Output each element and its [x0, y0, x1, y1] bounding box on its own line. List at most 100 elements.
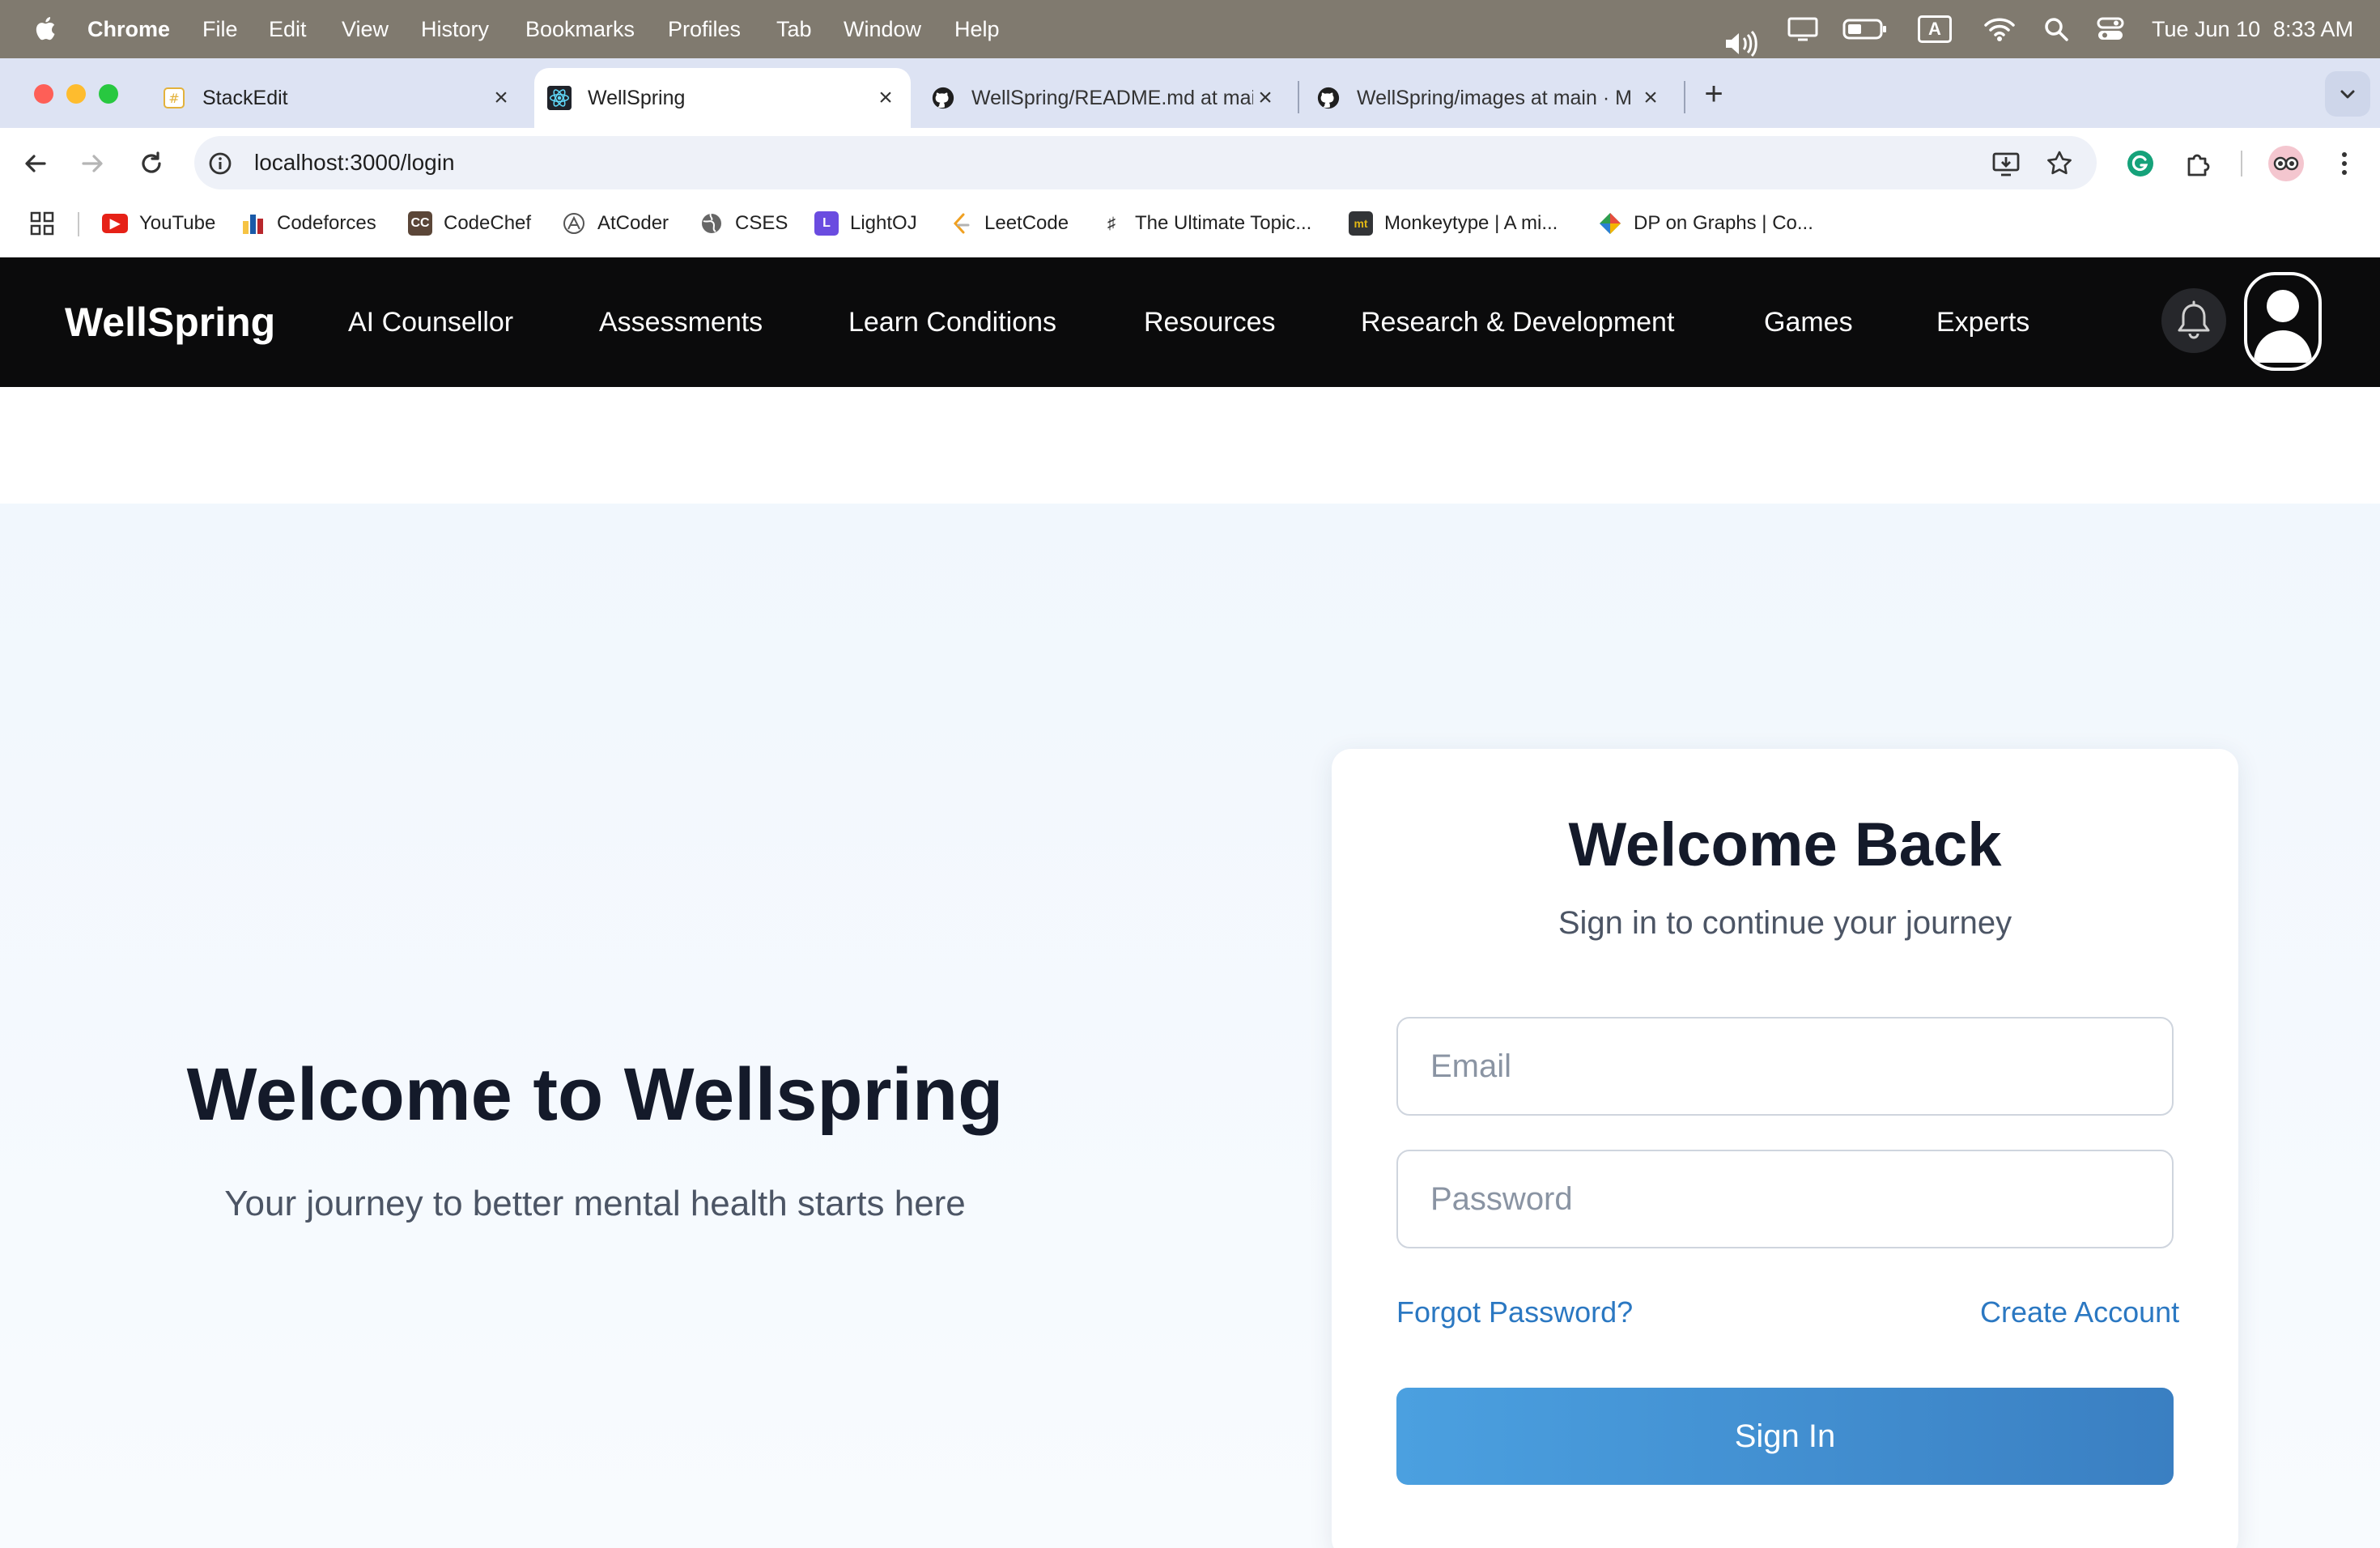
create-account-link[interactable]: Create Account: [1980, 1295, 2179, 1329]
profile-avatar[interactable]: [2268, 146, 2304, 181]
bookmark-ultimate-topic[interactable]: ♯ The Ultimate Topic...: [1099, 207, 1311, 240]
close-icon[interactable]: ×: [1253, 84, 1277, 111]
bookmark-label: CodeChef: [444, 212, 532, 234]
forward-arrow-icon[interactable]: [74, 146, 110, 181]
battery-icon[interactable]: [1842, 18, 1888, 40]
bookmark-youtube[interactable]: ▶ YouTube: [102, 207, 215, 240]
menubar-date[interactable]: Tue Jun 10: [2152, 0, 2260, 58]
codeforces-icon: [241, 211, 266, 236]
page-top-spacer: [0, 387, 2380, 504]
notification-bell-icon[interactable]: [2161, 288, 2226, 353]
nav-learn-conditions[interactable]: Learn Conditions: [848, 257, 1056, 387]
tab-title: WellSpring: [588, 86, 686, 109]
email-field[interactable]: [1396, 1017, 2174, 1116]
bookmark-lightoj[interactable]: L LightOJ: [814, 207, 917, 240]
github-icon: [931, 86, 955, 110]
bookmark-monkeytype[interactable]: mt Monkeytype | A mi...: [1349, 207, 1558, 240]
menu-edit[interactable]: Edit: [269, 0, 307, 58]
bookmark-dp-on-graphs[interactable]: DP on Graphs | Co...: [1598, 207, 1813, 240]
github-icon: [1316, 86, 1341, 110]
user-avatar-icon[interactable]: [2244, 272, 2322, 371]
control-center-icon[interactable]: [2097, 16, 2124, 42]
apple-logo-icon[interactable]: [32, 13, 60, 45]
bookmark-atcoder[interactable]: AtCoder: [562, 207, 669, 240]
window-minimize-button[interactable]: [66, 84, 86, 104]
bookmark-cses[interactable]: CSES: [699, 207, 788, 240]
window-zoom-button[interactable]: [99, 84, 118, 104]
tab-title: WellSpring/README.md at main: [971, 86, 1253, 109]
bookmark-label: LightOJ: [850, 212, 917, 234]
extensions-puzzle-icon[interactable]: [2182, 147, 2215, 180]
tab-search-chevron-icon[interactable]: [2325, 71, 2370, 117]
globe-icon: [699, 211, 724, 236]
new-tab-plus-icon[interactable]: +: [1698, 76, 1730, 112]
nav-research-development[interactable]: Research & Development: [1361, 257, 1674, 387]
spotlight-search-icon[interactable]: [2043, 16, 2069, 42]
monkeytype-icon: mt: [1349, 211, 1373, 236]
tab-stackedit[interactable]: # StackEdit ×: [146, 68, 526, 128]
tab-title: WellSpring/images at main · M: [1357, 86, 1632, 109]
music-icon: ♯: [1107, 214, 1116, 232]
nav-ai-counsellor[interactable]: AI Counsellor: [348, 257, 513, 387]
menu-bookmarks[interactable]: Bookmarks: [525, 0, 635, 58]
password-field[interactable]: [1396, 1150, 2174, 1248]
hero-subtitle: Your journey to better mental health sta…: [224, 1184, 966, 1223]
youtube-icon: ▶: [102, 214, 128, 233]
stackedit-icon: #: [162, 86, 186, 110]
menu-app-name[interactable]: Chrome: [87, 0, 170, 58]
site-info-icon[interactable]: [206, 149, 235, 178]
tab-separator: [1684, 81, 1685, 113]
tab-separator: [1298, 81, 1299, 113]
bookmark-label: YouTube: [139, 212, 216, 234]
tab-wellspring-images[interactable]: WellSpring/images at main · M ×: [1305, 68, 1674, 128]
apps-grid-icon[interactable]: [28, 209, 57, 238]
menu-history[interactable]: History: [421, 0, 489, 58]
bookmark-leetcode[interactable]: LeetCode: [949, 207, 1069, 240]
tab-wellspring-readme[interactable]: WellSpring/README.md at main ×: [920, 68, 1289, 128]
macos-menu-bar: Chrome File Edit View History Bookmarks …: [0, 0, 2380, 58]
brand-logo[interactable]: WellSpring: [65, 257, 275, 387]
menu-tab[interactable]: Tab: [776, 0, 812, 58]
bookmark-codechef[interactable]: CC CodeChef: [408, 207, 531, 240]
leetcode-icon: [949, 211, 973, 236]
bookmarks-divider: [78, 212, 79, 236]
menubar-time[interactable]: 8:33 AM: [2273, 0, 2353, 58]
nav-assessments[interactable]: Assessments: [599, 257, 763, 387]
bookmark-label: LeetCode: [984, 212, 1069, 234]
chrome-menu-kebab-icon[interactable]: [2328, 147, 2361, 180]
wifi-icon[interactable]: [1983, 16, 2016, 42]
nav-experts[interactable]: Experts: [1936, 257, 2029, 387]
menu-view[interactable]: View: [342, 0, 389, 58]
reload-icon[interactable]: [134, 146, 169, 181]
codechef-icon: CC: [408, 211, 432, 236]
bookmark-codeforces[interactable]: Codeforces: [241, 207, 376, 240]
address-bar[interactable]: [194, 136, 2097, 189]
close-icon[interactable]: ×: [1638, 84, 1663, 111]
menu-profiles[interactable]: Profiles: [668, 0, 741, 58]
address-url[interactable]: localhost:3000/login: [254, 136, 455, 189]
back-arrow-icon[interactable]: [18, 146, 53, 181]
tab-title: StackEdit: [202, 86, 288, 109]
login-subtitle: Sign in to continue your journey: [1558, 905, 2012, 941]
close-icon[interactable]: ×: [873, 84, 898, 111]
bookmark-star-icon[interactable]: [2043, 147, 2076, 180]
menu-window[interactable]: Window: [844, 0, 921, 58]
svg-text:#: #: [168, 91, 179, 106]
tab-wellspring[interactable]: WellSpring ×: [534, 68, 911, 128]
nav-resources[interactable]: Resources: [1144, 257, 1276, 387]
codeforces-diamond-icon: [1598, 211, 1622, 236]
window-close-button[interactable]: [34, 84, 53, 104]
close-icon[interactable]: ×: [489, 84, 513, 111]
bookmark-label: Monkeytype | A mi...: [1384, 212, 1558, 234]
menu-file[interactable]: File: [202, 0, 238, 58]
forgot-password-link[interactable]: Forgot Password?: [1396, 1295, 1633, 1329]
sign-in-button[interactable]: Sign In: [1396, 1388, 2174, 1485]
login-title: Welcome Back: [1568, 810, 2002, 879]
grammarly-icon[interactable]: [2124, 147, 2157, 180]
menu-help[interactable]: Help: [954, 0, 1000, 58]
input-source-indicator[interactable]: A: [1918, 15, 1952, 43]
install-app-icon[interactable]: [1990, 147, 2022, 180]
nav-games[interactable]: Games: [1764, 257, 1853, 387]
display-icon[interactable]: [1787, 16, 1819, 42]
hero-title: Welcome to Wellspring: [186, 1053, 1004, 1136]
